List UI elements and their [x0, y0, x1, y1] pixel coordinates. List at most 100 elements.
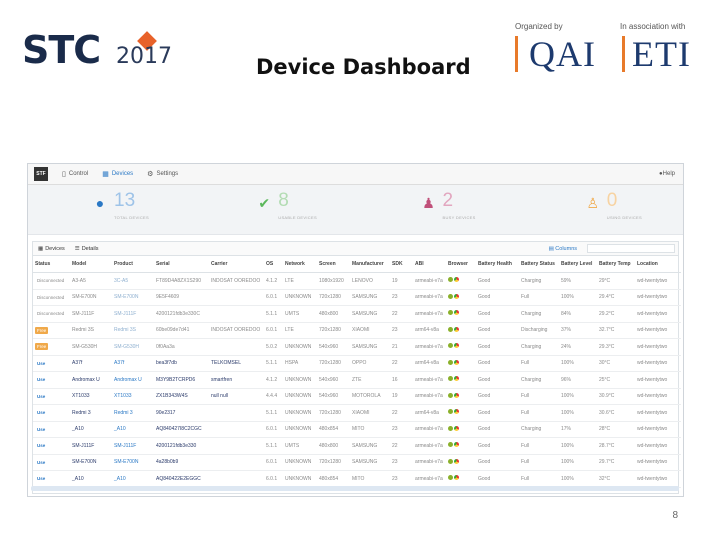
table-row[interactable]: Use Redmi 3 Redmi 3 90e2317 5.1.1 UNKNOWN 720x…	[33, 404, 681, 422]
table-cell: 100%	[559, 437, 597, 455]
stat-usable-label: USABLE DEVICES	[278, 215, 317, 220]
table-row[interactable]: Use SM-E700N SM-E700N 4a28b0b9 6.0.1 UNKNOWN 7…	[33, 454, 681, 471]
column-header[interactable]: Battery Level	[559, 256, 597, 273]
column-header[interactable]: Carrier	[209, 256, 264, 273]
status-badge[interactable]: Use	[35, 442, 47, 449]
status-badge[interactable]: Use	[35, 360, 47, 367]
check-icon: ✔	[258, 195, 271, 211]
status-badge[interactable]: Free	[35, 343, 49, 351]
status-cell: Free	[33, 322, 70, 339]
devices-icon: ▦	[102, 171, 109, 178]
column-header[interactable]: Model	[70, 256, 112, 273]
table-row[interactable]: Free SM-G530H SM-G530H 0f0Aa3a 5.0.2 UNKNOWN 5…	[33, 338, 681, 356]
table-cell: 90e2317	[154, 404, 209, 422]
table-row[interactable]: Disconnected SM-J111F SM-J111F 4200121fdb3e…	[33, 305, 681, 323]
column-header[interactable]: Battery Temp	[597, 256, 635, 273]
table-cell: HSPA	[283, 355, 317, 372]
table-cell: LTE	[283, 322, 317, 339]
tab-details[interactable]: ☰ Details	[75, 246, 99, 252]
status-badge[interactable]: Use	[35, 393, 47, 400]
table-cell: SM-E700N	[70, 454, 112, 471]
table-cell: SM-J111F	[70, 305, 112, 323]
table-cell: Redmi 3	[112, 404, 154, 422]
table-row[interactable]: Use _A10 _A10 AQ840427I8C2CGC 6.0.1 UNKNOWN 48…	[33, 421, 681, 438]
table-row[interactable]: Use _A10 _A10 AQ840422E2EGGC 6.0.1 UNKNOWN 480…	[33, 470, 681, 488]
tab-devices[interactable]: ▦ Devices	[38, 246, 65, 252]
table-cell	[209, 470, 264, 488]
status-badge[interactable]: Free	[35, 326, 49, 334]
column-header[interactable]: Status	[33, 256, 70, 273]
table-cell: A3-A5	[70, 272, 112, 290]
status-badge[interactable]: Disconnected	[35, 294, 66, 301]
table-cell: wd-twentytwo	[635, 470, 681, 488]
status-badge[interactable]: Use	[35, 475, 47, 482]
table-cell: bea3f7db	[154, 355, 209, 372]
column-header[interactable]: SDK	[390, 256, 413, 273]
logo-text: STC	[22, 28, 101, 72]
status-badge[interactable]: Use	[35, 426, 47, 433]
table-cell: 19	[390, 388, 413, 405]
table-cell: armeabi-v7a	[413, 470, 446, 488]
table-row[interactable]: Disconnected SM-E700N SM-E700N 9E5F4609 6.0.…	[33, 289, 681, 306]
nav-control[interactable]: ▯ Control	[62, 170, 88, 178]
table-cell: 0f0Aa3a	[154, 338, 209, 356]
column-header[interactable]: Battery Health	[476, 256, 519, 273]
status-badge[interactable]: Disconnected	[35, 277, 66, 284]
column-header[interactable]: Product	[112, 256, 154, 273]
table-cell	[209, 437, 264, 455]
table-cell: UNKNOWN	[283, 454, 317, 471]
status-badge[interactable]: Use	[35, 409, 47, 416]
table-cell: Redmi 3S	[70, 322, 112, 339]
status-cell: Disconnected	[33, 289, 70, 306]
app-navbar: STF ▯ Control ▦ Devices ⚙ Settings ● Hel…	[28, 164, 683, 185]
table-row[interactable]: Use XT1033 XT1033 ZX1B343W4S null null 4.4.4 U…	[33, 388, 681, 405]
nav-settings[interactable]: ⚙ Settings	[147, 170, 178, 178]
table-row[interactable]: Free Redmi 3S Redmi 3S 60be09de7d41 INDOSAT …	[33, 322, 681, 339]
horizontal-scrollbar[interactable]	[31, 486, 679, 491]
status-badge[interactable]: Use	[35, 459, 47, 466]
table-row[interactable]: Disconnected A3-A5 3C-A5 FT89D4A8ZX1S290 IND…	[33, 272, 681, 290]
status-badge[interactable]: Use	[35, 376, 47, 383]
table-row[interactable]: Use SM-J111F SM-J111F 4200121fdb3e330 5.1.1 U…	[33, 437, 681, 455]
columns-button[interactable]: ▤ Columns	[549, 246, 577, 252]
column-header[interactable]: Serial	[154, 256, 209, 273]
nav-settings-label: Settings	[156, 171, 179, 177]
table-row[interactable]: Use A37f A37f bea3f7db TELKOMSEL 5.1.1 HSPA 720…	[33, 355, 681, 372]
table-cell: AQ840422E2EGGC	[154, 470, 209, 488]
organizer-logo: Organized by QAI	[515, 22, 595, 82]
column-header[interactable]: Battery Status	[519, 256, 559, 273]
app-logo[interactable]: STF	[34, 167, 48, 181]
column-header[interactable]: Location	[635, 256, 681, 273]
table-row[interactable]: Use Andromax U Andromax U M3Y9B2TCRPD6 smart…	[33, 371, 681, 389]
column-header[interactable]: ABI	[413, 256, 446, 273]
table-cell: 23	[390, 421, 413, 438]
column-header[interactable]: Browser	[446, 256, 476, 273]
table-cell: 29.2°C	[597, 305, 635, 323]
column-search-input[interactable]	[587, 244, 675, 253]
column-header[interactable]: Manufacturer	[350, 256, 390, 273]
stat-using[interactable]: ♙ 0 USING DEVICES	[519, 185, 683, 234]
nav-devices[interactable]: ▦ Devices	[102, 170, 133, 178]
nav-help[interactable]: ● Help	[659, 171, 675, 177]
status-badge[interactable]: Disconnected	[35, 310, 66, 317]
table-cell: ZTE	[350, 371, 390, 389]
column-header[interactable]: OS	[264, 256, 283, 273]
table-cell: Good	[476, 289, 519, 306]
table-cell: wd-twentytwo	[635, 388, 681, 405]
table-cell: Redmi 3	[70, 404, 112, 422]
browser-cell	[446, 470, 476, 488]
stat-busy[interactable]: ♟ 2 BUSY DEVICES	[355, 185, 519, 234]
column-header[interactable]: Network	[283, 256, 317, 273]
table-cell: 60be09de7d41	[154, 322, 209, 339]
stat-total[interactable]: ● 13 TOTAL DEVICES	[28, 185, 190, 234]
table-cell: UNKNOWN	[283, 338, 317, 356]
table-cell: 540x960	[317, 388, 350, 405]
table-body: Disconnected A3-A5 3C-A5 FT89D4A8ZX1S290 IND…	[33, 272, 681, 488]
table-cell: 30.9°C	[597, 388, 635, 405]
column-header[interactable]: Screen	[317, 256, 350, 273]
stat-usable[interactable]: ✔ 8 USABLE DEVICES	[190, 185, 354, 234]
nav-help-label: Help	[662, 171, 675, 177]
table-cell: 100%	[559, 289, 597, 306]
browser-cell	[446, 322, 476, 339]
table-cell: 100%	[559, 388, 597, 405]
